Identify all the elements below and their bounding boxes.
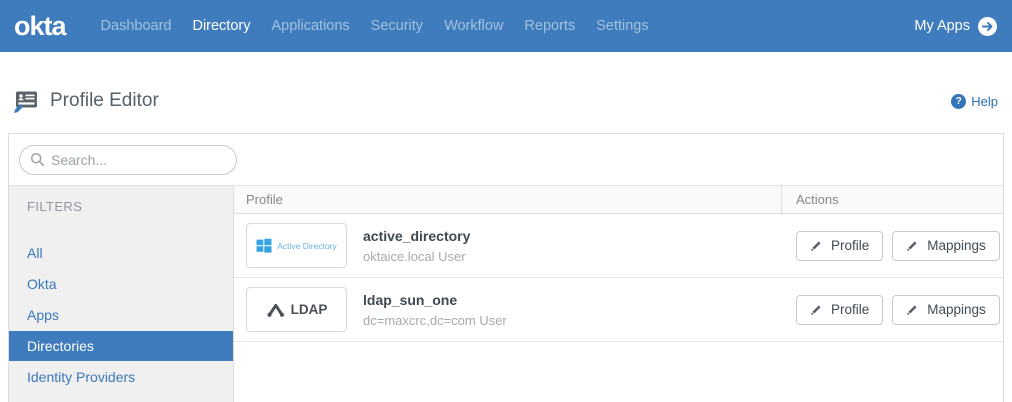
table-row-ldap: LDAP ldap_sun_one dc=maxcrc,dc=com User … <box>234 278 1003 342</box>
my-apps-button[interactable]: My Apps <box>914 17 997 36</box>
pencil-icon <box>906 303 919 316</box>
filters-heading: FILTERS <box>9 199 233 214</box>
button-label: Mappings <box>927 238 986 253</box>
active-directory-logo-label: Active Directory <box>277 241 337 251</box>
profile-button[interactable]: Profile <box>796 231 883 261</box>
profile-editor-panel: FILTERS All Okta Apps Directories Identi… <box>8 133 1004 402</box>
windows-icon <box>256 238 272 253</box>
pencil-icon <box>810 239 823 252</box>
button-label: Profile <box>831 238 869 253</box>
nav-item-settings[interactable]: Settings <box>596 18 648 34</box>
search-bar-row <box>9 134 1003 186</box>
profile-info: ldap_sun_one dc=maxcrc,dc=com User <box>363 292 507 328</box>
top-navbar: okta Dashboard Directory Applications Se… <box>0 0 1012 52</box>
button-label: Mappings <box>927 302 986 317</box>
filter-identity-providers[interactable]: Identity Providers <box>9 362 233 392</box>
profile-info: active_directory oktaice.local User <box>363 228 470 264</box>
panel-body: FILTERS All Okta Apps Directories Identi… <box>9 186 1003 402</box>
help-link[interactable]: ? Help <box>951 94 998 109</box>
nav-item-applications[interactable]: Applications <box>271 18 349 34</box>
filters-sidebar: FILTERS All Okta Apps Directories Identi… <box>9 186 234 402</box>
button-label: Profile <box>831 302 869 317</box>
search-box[interactable] <box>19 145 237 175</box>
row-actions: Profile Mappings <box>781 231 1003 261</box>
nav-item-dashboard[interactable]: Dashboard <box>101 18 172 34</box>
profile-title: ldap_sun_one <box>363 292 507 308</box>
primary-nav: Dashboard Directory Applications Securit… <box>101 18 649 34</box>
column-header-actions: Actions <box>781 186 1003 213</box>
active-directory-logo: Active Directory <box>246 223 347 268</box>
pencil-icon <box>906 239 919 252</box>
arrow-right-icon <box>978 17 997 36</box>
table-row-active-directory: Active Directory active_directory oktaic… <box>234 214 1003 278</box>
okta-logo[interactable]: okta <box>14 11 66 42</box>
search-icon <box>30 152 45 167</box>
mappings-button[interactable]: Mappings <box>892 295 1000 325</box>
filter-all[interactable]: All <box>9 238 233 268</box>
nav-item-workflow[interactable]: Workflow <box>444 18 503 34</box>
filter-apps[interactable]: Apps <box>9 300 233 330</box>
ldap-logo-label: LDAP <box>291 302 328 317</box>
ldap-logo: LDAP <box>246 287 347 332</box>
profile-subtitle: dc=maxcrc,dc=com User <box>363 313 507 328</box>
ldap-icon <box>266 302 286 318</box>
profiles-table: Profile Actions Active Directory active_… <box>234 186 1003 402</box>
profile-subtitle: oktaice.local User <box>363 249 470 264</box>
table-header: Profile Actions <box>234 186 1003 214</box>
my-apps-label: My Apps <box>914 18 970 34</box>
pencil-icon <box>810 303 823 316</box>
page-header: Profile Editor ? Help <box>13 88 998 114</box>
help-label: Help <box>971 94 998 109</box>
nav-item-security[interactable]: Security <box>371 18 423 34</box>
nav-item-directory[interactable]: Directory <box>192 18 250 34</box>
nav-item-reports[interactable]: Reports <box>524 18 575 34</box>
profile-button[interactable]: Profile <box>796 295 883 325</box>
column-header-profile: Profile <box>234 192 781 207</box>
mappings-button[interactable]: Mappings <box>892 231 1000 261</box>
profile-editor-icon <box>13 89 40 114</box>
search-input[interactable] <box>51 152 216 168</box>
filter-okta[interactable]: Okta <box>9 269 233 299</box>
profile-title: active_directory <box>363 228 470 244</box>
help-icon: ? <box>951 94 966 109</box>
page-title: Profile Editor <box>50 90 159 112</box>
filter-directories[interactable]: Directories <box>9 331 233 361</box>
row-actions: Profile Mappings <box>781 295 1003 325</box>
